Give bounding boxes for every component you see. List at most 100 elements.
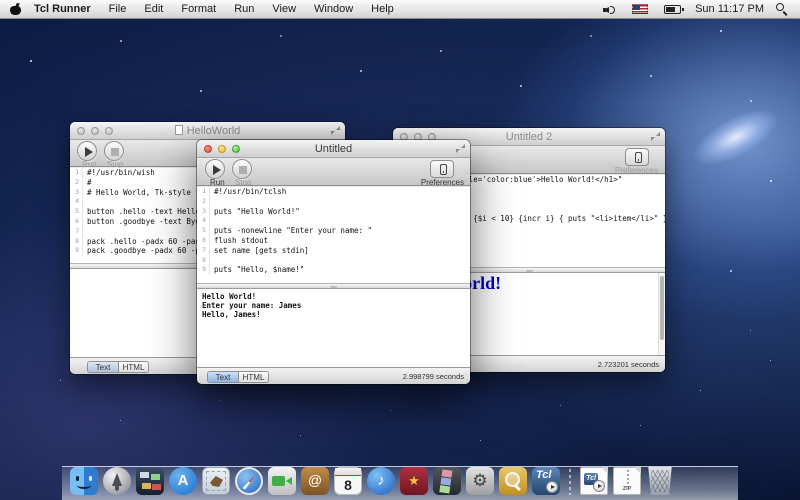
line-number: 9 bbox=[70, 246, 83, 256]
volume-icon[interactable] bbox=[603, 4, 616, 15]
menu-window[interactable]: Window bbox=[305, 0, 362, 19]
preferences-label: Preferences bbox=[421, 178, 464, 187]
line-number: 6 bbox=[197, 236, 210, 246]
resize-grip-icon[interactable] bbox=[651, 132, 660, 141]
line-number: 2 bbox=[197, 197, 210, 207]
helloworld-titlebar[interactable]: HelloWorld bbox=[70, 122, 345, 140]
tab-text[interactable]: Text bbox=[88, 362, 118, 372]
resize-grip-icon[interactable] bbox=[331, 126, 340, 135]
line-number: 4 bbox=[70, 197, 83, 207]
menu-file[interactable]: File bbox=[100, 0, 136, 19]
dock-ical-icon[interactable]: 8 bbox=[334, 467, 362, 495]
zoom-button[interactable] bbox=[232, 145, 240, 153]
dock-photo-booth-icon[interactable] bbox=[433, 467, 461, 495]
preferences-button[interactable] bbox=[625, 148, 649, 166]
elapsed-time: 2.723201 seconds bbox=[598, 360, 659, 369]
dock-zip-archive-icon[interactable]: ZIP bbox=[613, 467, 641, 495]
apple-logo-icon bbox=[10, 6, 21, 15]
dock-safari-icon[interactable] bbox=[235, 467, 263, 495]
play-badge-icon bbox=[593, 480, 605, 492]
play-badge-icon bbox=[546, 481, 558, 493]
dock-separator bbox=[569, 469, 571, 495]
output-scrollbar[interactable] bbox=[658, 273, 665, 355]
line-number: 8 bbox=[197, 256, 210, 266]
line-number: 9 bbox=[197, 265, 210, 275]
menu-bar: Tcl Runner File Edit Format Run View Win… bbox=[0, 0, 800, 19]
dock-address-book-icon[interactable]: @ bbox=[301, 467, 329, 495]
stop-icon bbox=[239, 166, 247, 174]
code-line: # bbox=[83, 178, 92, 188]
dock-itunes-icon[interactable]: ♪ bbox=[367, 467, 395, 495]
preferences-icon bbox=[635, 152, 642, 163]
code-line bbox=[210, 256, 214, 266]
dock-facetime-icon[interactable] bbox=[268, 467, 296, 495]
stop-button[interactable] bbox=[232, 159, 252, 179]
dock-launchpad-icon[interactable] bbox=[103, 467, 131, 495]
input-language-flag-icon[interactable] bbox=[632, 4, 648, 14]
dock-app-store-icon[interactable]: A bbox=[169, 467, 197, 495]
code-line: #!/usr/bin/wish bbox=[83, 168, 155, 178]
line-number: 1 bbox=[70, 168, 83, 178]
menu-help[interactable]: Help bbox=[362, 0, 403, 19]
dock-tcl-runner-icon[interactable]: Tcl bbox=[532, 467, 560, 495]
line-number: 5 bbox=[70, 207, 83, 217]
minimize-button[interactable] bbox=[218, 145, 226, 153]
run-button[interactable] bbox=[205, 159, 225, 179]
zip-label: ZIP bbox=[614, 486, 640, 492]
line-number: 5 bbox=[197, 226, 210, 236]
dock-imovie-icon[interactable]: ★ bbox=[400, 467, 428, 495]
play-icon bbox=[85, 147, 93, 157]
dock-trash-icon[interactable] bbox=[646, 467, 674, 495]
dock-tcl-document-icon[interactable]: Tcl bbox=[580, 467, 608, 495]
dock-system-preferences-icon[interactable]: ⚙ bbox=[466, 467, 494, 495]
line-number: 4 bbox=[197, 216, 210, 226]
scrollbar-thumb[interactable] bbox=[660, 276, 664, 340]
dock-finder-icon[interactable] bbox=[70, 467, 98, 495]
code-line bbox=[83, 227, 87, 237]
preferences-button[interactable] bbox=[430, 160, 454, 178]
code-line bbox=[83, 197, 87, 207]
close-button[interactable] bbox=[204, 145, 212, 153]
play-icon bbox=[213, 165, 221, 175]
dock-mail-icon[interactable] bbox=[202, 467, 230, 495]
dock: A @ 8 ♪ ★ ⚙ Tcl Tcl ZIP bbox=[62, 466, 738, 500]
battery-icon[interactable] bbox=[664, 5, 681, 14]
zoom-button[interactable] bbox=[105, 127, 113, 135]
starfield-2 bbox=[60, 380, 61, 381]
line-number: 3 bbox=[70, 188, 83, 198]
tab-html[interactable]: HTML bbox=[238, 372, 268, 382]
code-line: set name [gets stdin] bbox=[210, 246, 309, 256]
line-number: 1 bbox=[197, 187, 210, 197]
close-button[interactable] bbox=[77, 127, 85, 135]
menu-clock[interactable]: Sun 11:17 PM bbox=[689, 3, 770, 15]
dock-mission-control-icon[interactable] bbox=[136, 467, 164, 495]
untitled-toolbar: Run Stop Preferences bbox=[197, 158, 470, 186]
preferences-label: Preferences bbox=[615, 166, 658, 175]
zipper-icon bbox=[627, 470, 629, 487]
minimize-button[interactable] bbox=[91, 127, 99, 135]
code-line: puts "Hello World!" bbox=[210, 207, 300, 217]
untitled-bottom-bar: Text HTML 2.998799 seconds bbox=[197, 367, 470, 384]
menu-run[interactable]: Run bbox=[225, 0, 263, 19]
tab-html[interactable]: HTML bbox=[118, 362, 148, 372]
spotlight-icon[interactable] bbox=[776, 3, 788, 15]
code-line: #!/usr/bin/tclsh bbox=[210, 187, 286, 197]
resize-grip-icon[interactable] bbox=[456, 144, 465, 153]
app-menu-title[interactable]: Tcl Runner bbox=[25, 0, 100, 19]
menu-format[interactable]: Format bbox=[172, 0, 225, 19]
galaxy-glow bbox=[686, 99, 785, 176]
run-label: Run bbox=[210, 178, 225, 187]
run-button[interactable] bbox=[77, 141, 97, 161]
menu-edit[interactable]: Edit bbox=[135, 0, 172, 19]
untitled-code-editor[interactable]: 1#!/usr/bin/tclsh 2 3puts "Hello World!"… bbox=[197, 187, 470, 283]
line-number: 2 bbox=[70, 178, 83, 188]
document-icon bbox=[175, 125, 183, 135]
untitled-titlebar[interactable]: Untitled bbox=[197, 140, 470, 158]
menu-view[interactable]: View bbox=[263, 0, 305, 19]
dock-preview-icon[interactable] bbox=[499, 467, 527, 495]
stop-button[interactable] bbox=[104, 141, 124, 161]
apple-menu[interactable] bbox=[10, 4, 21, 15]
starfield bbox=[30, 60, 32, 62]
code-line bbox=[210, 197, 214, 207]
tab-text[interactable]: Text bbox=[208, 372, 238, 382]
